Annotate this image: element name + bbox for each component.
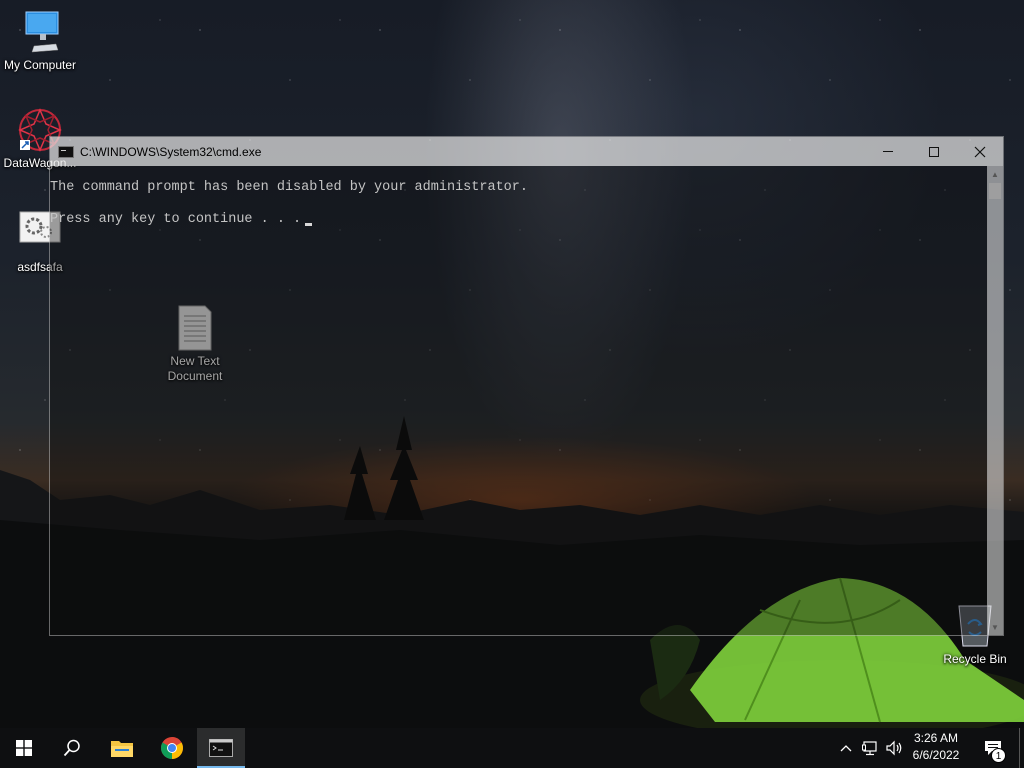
maximize-button[interactable]	[911, 137, 957, 166]
cmd-titlebar[interactable]: C:\WINDOWS\System32\cmd.exe	[50, 137, 1003, 166]
taskbar-chrome[interactable]	[148, 728, 196, 768]
tray-volume[interactable]	[884, 728, 906, 768]
desktop-icon-my-computer[interactable]: My Computer	[0, 8, 80, 73]
maximize-icon	[929, 146, 939, 157]
chevron-up-icon	[840, 745, 852, 752]
cmd-window[interactable]: C:\WINDOWS\System32\cmd.exe The command …	[49, 136, 1004, 636]
vertical-scrollbar[interactable]: ▲ ▼	[987, 166, 1003, 635]
volume-icon	[886, 740, 902, 756]
monitor-icon	[16, 8, 64, 56]
chevron-down-icon: ▼	[991, 622, 999, 632]
console-line-text: The command prompt has been disabled by …	[50, 180, 528, 195]
desktop-icon-label: My Computer	[3, 58, 77, 72]
minimize-icon	[883, 151, 893, 152]
show-desktop-button[interactable]	[1019, 728, 1024, 768]
tray-network[interactable]	[860, 728, 882, 768]
folder-icon	[111, 741, 133, 757]
close-button[interactable]	[957, 137, 1003, 166]
chevron-up-icon: ▲	[991, 169, 999, 179]
minimize-button[interactable]	[865, 137, 911, 166]
notification-count-badge: 1	[991, 748, 1006, 763]
start-button[interactable]	[0, 728, 48, 768]
scroll-up-button[interactable]: ▲	[987, 166, 1003, 182]
scroll-down-button[interactable]: ▼	[987, 619, 1003, 635]
console-line-text: Press any key to continue . . .	[50, 212, 302, 227]
console-output[interactable]: The command prompt has been disabled by …	[50, 166, 988, 635]
terminal-icon	[58, 145, 74, 158]
scroll-thumb[interactable]	[989, 183, 1001, 199]
tray-show-hidden[interactable]	[836, 728, 856, 768]
clock-date: 6/6/2022	[912, 748, 960, 762]
search-button[interactable]	[48, 728, 96, 768]
network-icon	[862, 741, 877, 756]
terminal-icon	[209, 739, 233, 757]
windows-logo-icon	[16, 740, 32, 756]
console-line: Press any key to continue . . .	[50, 212, 988, 244]
text-cursor	[305, 223, 313, 226]
taskbar-clock[interactable]: 3:26 AM 6/6/2022	[908, 730, 964, 766]
search-icon	[63, 739, 80, 757]
desktop-icon-label: Recycle Bin	[943, 652, 1007, 666]
console-line: The command prompt has been disabled by …	[50, 180, 988, 212]
close-icon	[974, 146, 986, 157]
clock-time: 3:26 AM	[913, 731, 959, 745]
chrome-icon	[161, 737, 183, 759]
taskbar-file-explorer[interactable]	[98, 728, 146, 768]
taskbar: 3:26 AM 6/6/2022 1	[0, 728, 1024, 768]
taskbar-command-prompt[interactable]	[197, 728, 245, 768]
window-title: C:\WINDOWS\System32\cmd.exe	[80, 144, 262, 159]
